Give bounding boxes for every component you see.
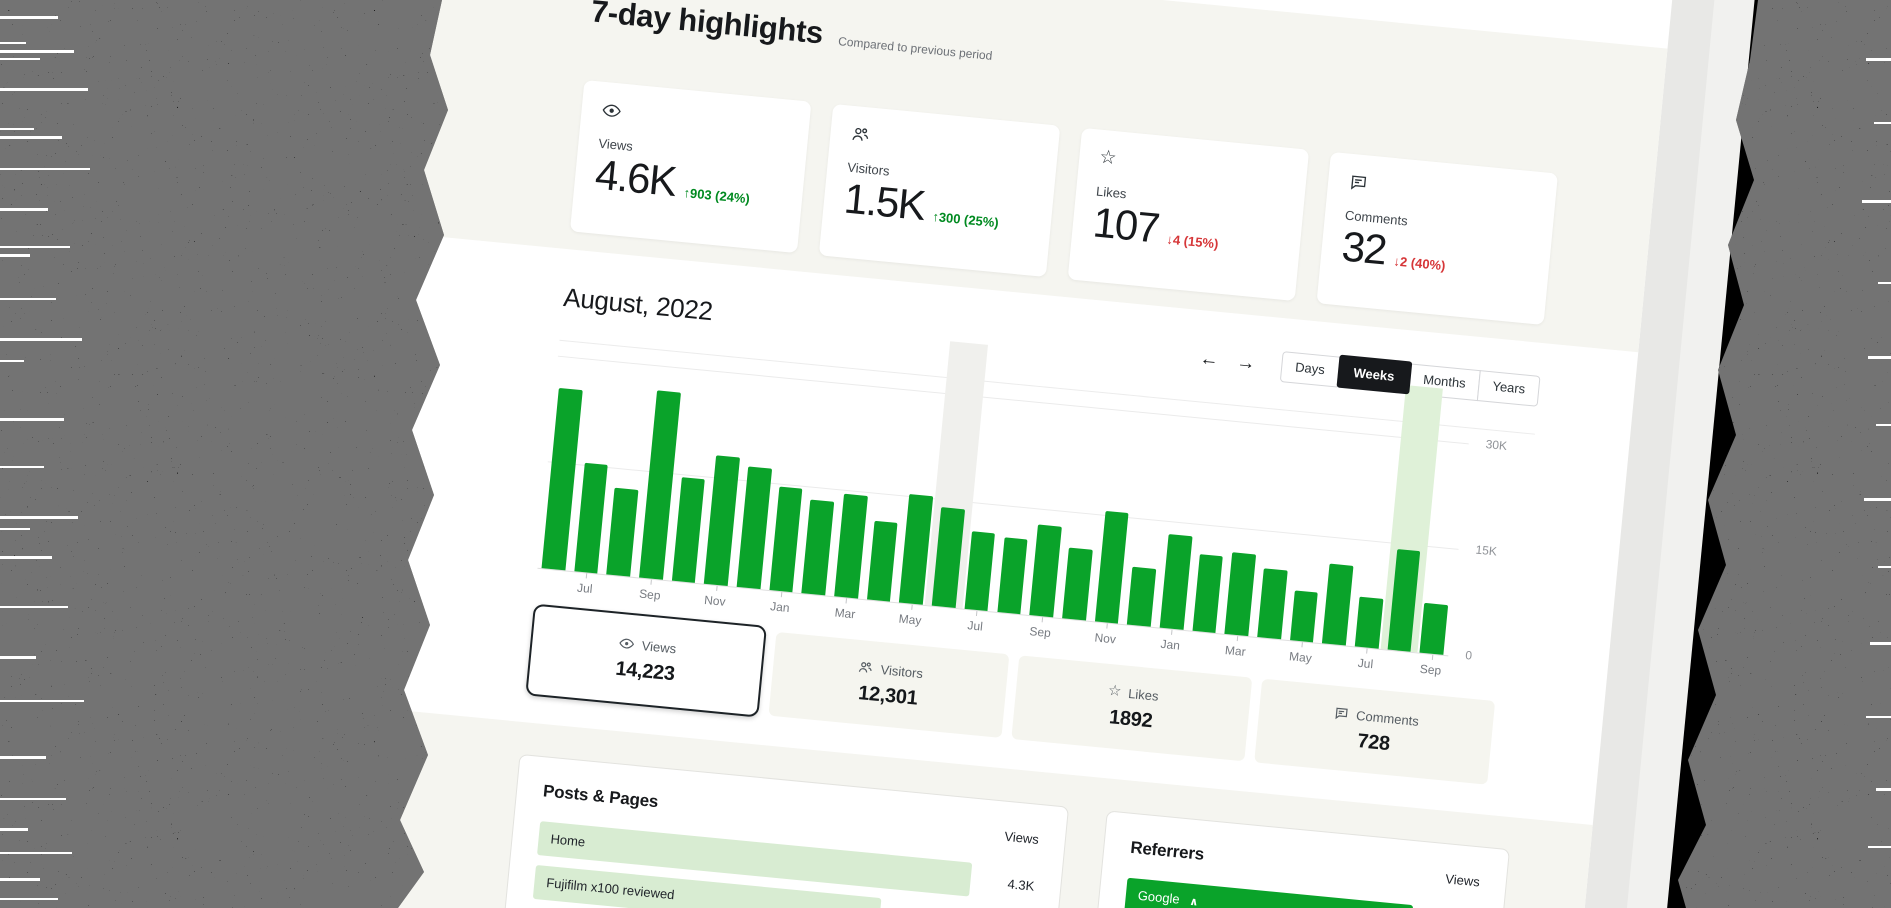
chart-bar[interactable]: [1160, 534, 1193, 630]
chart-bar[interactable]: [1094, 511, 1128, 624]
xaxis-tick: [1106, 624, 1107, 629]
chart-bar[interactable]: [574, 463, 608, 574]
xaxis-tick: [1041, 617, 1042, 622]
metric-tab-value: 728: [1356, 730, 1391, 756]
chart-bar[interactable]: [867, 521, 898, 602]
card-value: 107: [1091, 198, 1161, 252]
ytick-0: 0: [1465, 648, 1473, 663]
xaxis-label: Jul: [955, 617, 996, 635]
metric-tab-label: Likes: [1128, 685, 1160, 703]
chart-bar[interactable]: [1127, 567, 1156, 627]
metric-tab-value: 14,223: [614, 657, 675, 686]
chart-bar[interactable]: [1420, 603, 1448, 655]
left-noise-band: [0, 0, 470, 908]
card-delta: ↓4 (15%): [1166, 232, 1219, 252]
post-row-views: 4.3K: [970, 872, 1035, 893]
metric-tab-label: Comments: [1356, 707, 1420, 728]
metric-tab-value: 12,301: [857, 682, 918, 711]
metric-tab-likes[interactable]: ☆ Likes 1892: [1011, 655, 1252, 761]
likes-highlight-card: ☆ Likes 107 ↓4 (15%): [1068, 128, 1310, 301]
chart-bar[interactable]: [1225, 552, 1256, 636]
ytick-15k: 15K: [1475, 543, 1498, 559]
xaxis-tick: [586, 573, 587, 578]
xaxis-label: Sep: [1410, 661, 1451, 679]
chart-bar[interactable]: [704, 455, 740, 586]
xaxis-tick: [716, 586, 717, 591]
star-icon: ☆: [1107, 683, 1122, 699]
metric-tab-visitors[interactable]: Visitors 12,301: [768, 632, 1009, 738]
card-delta: ↑903 (24%): [683, 185, 751, 206]
right-noise-band: [1640, 0, 1891, 908]
metric-tab-value: 1892: [1108, 706, 1153, 733]
xaxis-tick: [1431, 655, 1432, 660]
card-value: 4.6K: [593, 151, 678, 207]
comment-icon: [1333, 705, 1350, 721]
metric-tab-comments[interactable]: Comments 728: [1254, 679, 1495, 785]
xaxis-tick: [1301, 642, 1302, 647]
xaxis-label: Nov: [694, 592, 735, 610]
metric-tab-label: Visitors: [880, 662, 924, 681]
eye-icon: [601, 100, 790, 138]
xaxis-label: Jan: [1150, 636, 1191, 654]
xaxis-label: Nov: [1085, 630, 1126, 648]
screenshot-stage: 7-day highlights Compared to previous pe…: [0, 0, 1891, 908]
chart-bar[interactable]: [1355, 597, 1383, 649]
tab-weeks[interactable]: Weeks: [1336, 355, 1412, 395]
xaxis-label: Jan: [759, 598, 800, 616]
xaxis-tick: [1171, 630, 1172, 635]
card-delta: ↓2 (40%): [1393, 253, 1446, 273]
visitors-icon: [857, 659, 874, 675]
visitors-icon: [850, 124, 1039, 162]
xaxis-label: Jul: [564, 579, 605, 597]
eye-icon: [618, 635, 635, 651]
card-delta: ↑300 (25%): [932, 209, 1000, 230]
comment-icon: [1347, 172, 1536, 210]
comments-highlight-card: Comments 32 ↓2 (40%): [1316, 152, 1558, 325]
xaxis-tick: [976, 611, 977, 616]
chart-bar[interactable]: [769, 486, 803, 592]
card-value: 1.5K: [842, 175, 927, 231]
chevron-up-icon[interactable]: ∧: [1189, 896, 1199, 908]
visitors-highlight-card: Visitors 1.5K ↑300 (25%): [819, 104, 1061, 277]
xaxis-tick: [1366, 649, 1367, 654]
chart-bar[interactable]: [1192, 554, 1223, 633]
xaxis-label: Sep: [1020, 623, 1061, 641]
xaxis-label: Mar: [1215, 642, 1256, 660]
posts-views-column-header: Views: [1004, 829, 1040, 847]
chart-bar[interactable]: [802, 500, 835, 596]
xaxis-tick: [1236, 636, 1237, 641]
chart-bar[interactable]: [997, 537, 1028, 614]
chart-bar[interactable]: [1257, 568, 1287, 639]
posts-pages-title: Posts & Pages: [542, 781, 659, 812]
referrers-views-column-header: Views: [1445, 871, 1481, 889]
card-value: 32: [1340, 222, 1388, 274]
xaxis-tick: [781, 592, 782, 597]
referrers-title: Referrers: [1129, 838, 1204, 865]
xaxis-label: Sep: [629, 586, 670, 604]
metric-tab-label: Views: [641, 638, 677, 656]
chart-bar[interactable]: [964, 531, 995, 611]
chart-bar[interactable]: [737, 466, 772, 589]
xaxis-label: May: [889, 611, 930, 629]
xaxis-tick: [911, 605, 912, 610]
ytick-30k: 30K: [1485, 437, 1508, 453]
chart-bar[interactable]: [1322, 564, 1353, 646]
chart-bar[interactable]: [607, 488, 639, 577]
xaxis-label: May: [1280, 648, 1321, 666]
xaxis-label: Jul: [1345, 655, 1386, 673]
star-icon: ☆: [1098, 148, 1287, 186]
chart-bar[interactable]: [1290, 590, 1318, 642]
chart-bar[interactable]: [1029, 524, 1061, 617]
views-highlight-card: Views 4.6K ↑903 (24%): [570, 80, 812, 253]
chart-bar[interactable]: [672, 477, 706, 583]
xaxis-tick: [846, 598, 847, 603]
referrer-row-label: Google∧: [1124, 878, 1413, 908]
xaxis-label: Mar: [824, 605, 865, 623]
chart-bar[interactable]: [1062, 548, 1092, 621]
xaxis-tick: [651, 580, 652, 585]
chart-bar[interactable]: [834, 494, 867, 599]
